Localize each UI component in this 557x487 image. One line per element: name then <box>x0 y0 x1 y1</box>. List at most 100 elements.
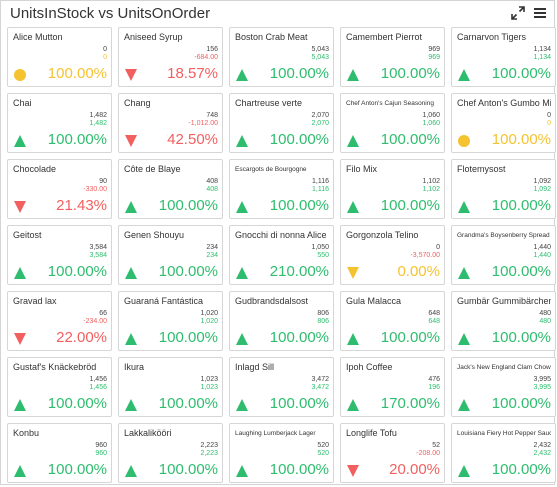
tile-percentage: 100.00% <box>380 131 440 148</box>
tile-percentage: 100.00% <box>269 197 329 214</box>
tile-product-name: Inlagd Sill <box>235 362 275 372</box>
trend-up-icon <box>458 200 470 213</box>
tile-units-in-stock: 52 <box>432 442 440 449</box>
kpi-tile[interactable]: Jack's New England Clam Chowder 3,995 3,99… <box>451 357 556 417</box>
trend-up-icon <box>458 68 470 81</box>
tile-percentage: 100.00% <box>269 65 329 82</box>
kpi-tile[interactable]: Gustaf's Knäckebröd 1,456 1,456 100.00% <box>7 357 112 417</box>
tile-percentage: 100.00% <box>47 263 107 280</box>
widget-title: UnitsInStock vs UnitsOnOrder <box>10 4 211 22</box>
tile-product-name: Konbu <box>13 428 40 438</box>
kpi-tile[interactable]: Côte de Blaye 408 408 100.00% <box>118 159 223 219</box>
tile-units-in-stock: 520 <box>317 442 329 449</box>
kpi-tile[interactable]: Konbu 960 960 100.00% <box>7 423 112 483</box>
kpi-tile[interactable]: Gravad lax 66 -234.00 22.00% <box>7 291 112 351</box>
tile-units-in-stock: 2,070 <box>311 112 329 119</box>
tile-percentage: 210.00% <box>269 263 329 280</box>
tile-units-on-order: 1,102 <box>422 186 440 193</box>
kpi-tile[interactable]: Laughing Lumberjack Lager 520 520 100.00% <box>229 423 334 483</box>
kpi-tile[interactable]: Flotemysost 1,092 1,092 100.00% <box>451 159 556 219</box>
tile-units-in-stock: 408 <box>206 178 218 185</box>
kpi-tile[interactable]: Filo Mix 1,102 1,102 100.00% <box>340 159 445 219</box>
hamburger-menu-icon[interactable] <box>532 5 548 21</box>
tile-percentage: 100.00% <box>47 65 107 82</box>
tile-units-in-stock: 2,223 <box>200 442 218 449</box>
kpi-tile[interactable]: Aniseed Syrup 156 -684.00 18.57% <box>118 27 223 87</box>
tile-product-name: Alice Mutton <box>13 32 63 42</box>
kpi-tile[interactable]: Chef Anton's Cajun Seasoning 1,060 1,060 10… <box>340 93 445 153</box>
tile-units-on-order: -684.00 <box>194 54 218 61</box>
tile-units-on-order: -3,570.00 <box>410 252 440 259</box>
tile-product-name: Boston Crab Meat <box>235 32 308 42</box>
tile-percentage: 100.00% <box>380 65 440 82</box>
tile-product-name: Geitost <box>13 230 42 240</box>
kpi-tile[interactable]: Longlife Tofu 52 -208.00 20.00% <box>340 423 445 483</box>
tile-units-in-stock: 960 <box>95 442 107 449</box>
tile-units-in-stock: 1,482 <box>89 112 107 119</box>
kpi-tile[interactable]: Chartreuse verte 2,070 2,070 100.00% <box>229 93 334 153</box>
kpi-tile[interactable]: Louisiana Fiery Hot Pepper Sauce 2,432 2,4… <box>451 423 556 483</box>
tile-units-on-order: 0 <box>103 54 107 61</box>
kpi-tile[interactable]: Carnarvon Tigers 1,134 1,134 100.00% <box>451 27 556 87</box>
trend-up-icon <box>236 464 248 477</box>
tile-units-in-stock: 1,116 <box>312 178 329 185</box>
tile-units-on-order: 1,440 <box>533 252 551 259</box>
tile-units-in-stock: 1,050 <box>311 244 329 251</box>
trend-down-icon <box>347 464 359 477</box>
tile-units-in-stock: 0 <box>436 244 440 251</box>
trend-up-icon <box>236 266 248 279</box>
tile-product-name: Chai <box>13 98 32 108</box>
kpi-tile[interactable]: Ipoh Coffee 476 196 170.00% <box>340 357 445 417</box>
tile-percentage: 100.00% <box>158 395 218 412</box>
kpi-tile[interactable]: Geitost 3,584 3,584 100.00% <box>7 225 112 285</box>
tile-percentage: 100.00% <box>380 197 440 214</box>
kpi-tile[interactable]: Gumbär Gummibärchen 480 480 100.00% <box>451 291 556 351</box>
kpi-tile[interactable]: Gula Malacca 648 648 100.00% <box>340 291 445 351</box>
kpi-tile[interactable]: Gudbrandsdalsost 806 806 100.00% <box>229 291 334 351</box>
kpi-tile[interactable]: Genen Shouyu 234 234 100.00% <box>118 225 223 285</box>
trend-down-warning-icon <box>347 266 359 279</box>
kpi-tile[interactable]: Chang 748 -1,012.00 42.50% <box>118 93 223 153</box>
kpi-tile[interactable]: Gorgonzola Telino 0 -3,570.00 0.00% <box>340 225 445 285</box>
tile-units-on-order: 1,134 <box>533 54 551 61</box>
expand-icon[interactable] <box>510 5 526 21</box>
kpi-tile[interactable]: Alice Mutton 0 0 100.00% <box>7 27 112 87</box>
tile-product-name: Gorgonzola Telino <box>346 230 419 240</box>
tile-percentage: 0.00% <box>397 263 440 280</box>
tile-units-on-order: 1,456 <box>89 384 107 391</box>
kpi-tile[interactable]: Ikura 1,023 1,023 100.00% <box>118 357 223 417</box>
tile-product-name: Côte de Blaye <box>124 164 181 174</box>
trend-up-icon <box>347 398 359 411</box>
tile-units-on-order: 969 <box>428 54 440 61</box>
tile-percentage: 100.00% <box>491 131 551 148</box>
kpi-tile[interactable]: Grandma's Boysenberry Spread 1,440 1,440 10… <box>451 225 556 285</box>
kpi-tile[interactable]: Gnocchi di nonna Alice 1,050 550 210.00% <box>229 225 334 285</box>
tile-units-in-stock: 2,432 <box>533 442 551 449</box>
kpi-tile[interactable]: Camembert Pierrot 969 969 100.00% <box>340 27 445 87</box>
widget-header: UnitsInStock vs UnitsOnOrder <box>1 1 554 25</box>
tile-units-on-order: 1,020 <box>200 318 218 325</box>
trend-up-icon <box>236 134 248 147</box>
tile-product-name: Camembert Pierrot <box>346 32 423 42</box>
tile-units-on-order: 550 <box>317 252 329 259</box>
kpi-tile[interactable]: Chocolade 90 -330.00 21.43% <box>7 159 112 219</box>
trend-up-icon <box>14 398 26 411</box>
kpi-tile[interactable]: Guaraná Fantástica 1,020 1,020 100.00% <box>118 291 223 351</box>
tile-product-name: Gumbär Gummibärchen <box>457 296 551 306</box>
tile-units-on-order: 520 <box>317 450 329 457</box>
kpi-tile[interactable]: Chef Anton's Gumbo Mix 0 0 100.00% <box>451 93 556 153</box>
kpi-tile[interactable]: Lakkalikööri 2,223 2,223 100.00% <box>118 423 223 483</box>
kpi-tile[interactable]: Boston Crab Meat 5,043 5,043 100.00% <box>229 27 334 87</box>
tile-units-in-stock: 748 <box>206 112 218 119</box>
tile-product-name: Gustaf's Knäckebröd <box>13 362 97 372</box>
kpi-tile[interactable]: Escargots de Bourgogne 1,116 1,116 100.00% <box>229 159 334 219</box>
tile-units-on-order: 1,060 <box>422 120 440 127</box>
tile-percentage: 100.00% <box>491 263 551 280</box>
kpi-tile[interactable]: Inlagd Sill 3,472 3,472 100.00% <box>229 357 334 417</box>
tile-units-in-stock: 806 <box>317 310 329 317</box>
trend-up-icon <box>14 266 26 279</box>
tile-product-name: Chef Anton's Cajun Seasoning <box>346 100 434 107</box>
tile-percentage: 20.00% <box>389 461 440 478</box>
tile-units-on-order: 3,472 <box>311 384 329 391</box>
kpi-tile[interactable]: Chai 1,482 1,482 100.00% <box>7 93 112 153</box>
